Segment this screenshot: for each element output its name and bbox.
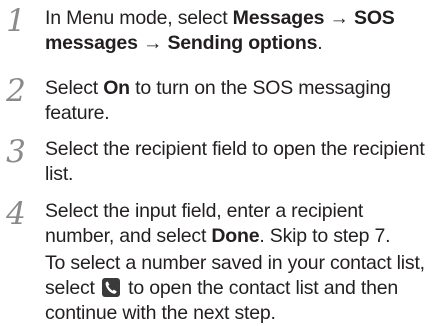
step-number: 2 (6, 73, 26, 109)
step-number: 1 (6, 3, 26, 39)
step-text: Select the recipient field to open the r… (45, 138, 425, 185)
contacts-phone-icon (101, 278, 120, 297)
menu-path-messages: Messages (232, 7, 325, 29)
step-pre: Select (45, 77, 104, 99)
step-text: Select the input field, enter a recipien… (45, 199, 435, 249)
menu-path-sending-options: Sending options (167, 32, 318, 54)
option-on: On (103, 77, 130, 99)
step-outro: . (317, 32, 323, 54)
step-number: 4 (6, 196, 26, 232)
step-post: . Skip to step 7. (259, 225, 391, 247)
path-arrow: → (324, 7, 355, 29)
step-text: Select On to turn on the SOS messaging f… (45, 76, 435, 126)
path-arrow: → (137, 32, 168, 54)
step-text: In Menu mode, select Messages → SOS mess… (45, 6, 435, 56)
option-done: Done (211, 225, 260, 247)
step-intro: In Menu mode, select (45, 7, 233, 29)
step-note: To select a number saved in your contact… (45, 251, 435, 326)
step-number: 3 (6, 134, 26, 170)
